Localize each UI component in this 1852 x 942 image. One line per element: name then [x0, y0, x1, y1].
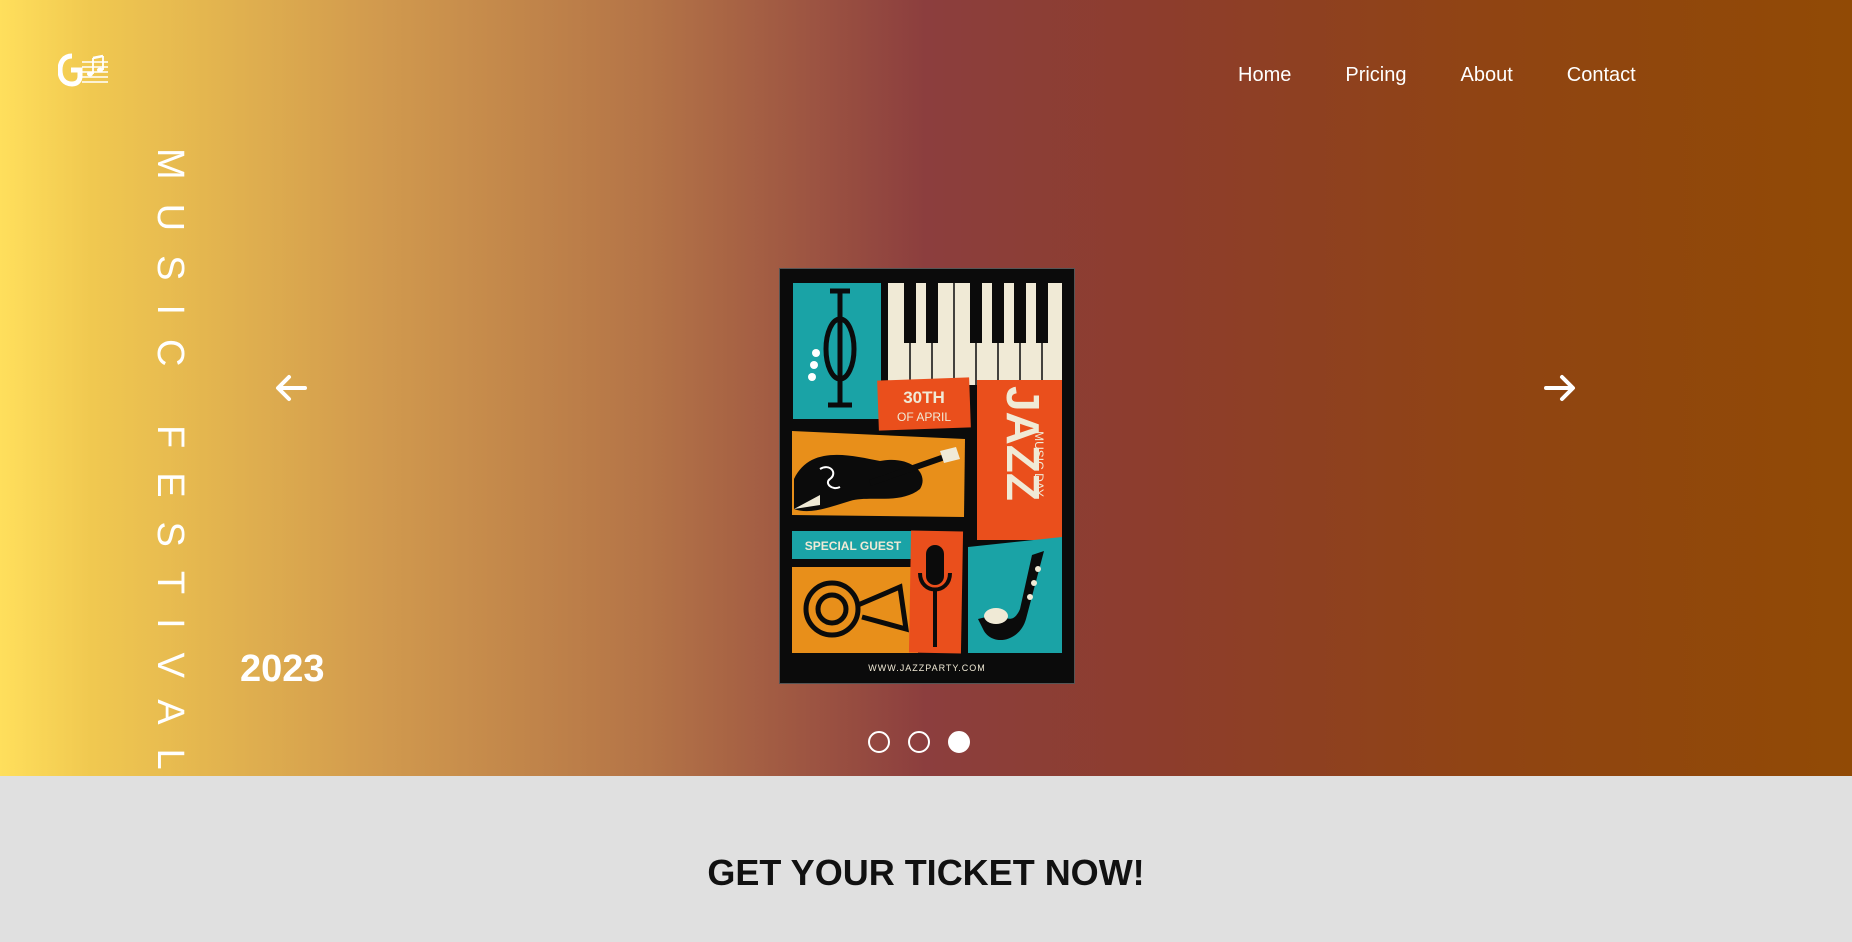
- main-nav: Home Pricing About Contact: [1238, 62, 1690, 88]
- hero-section: Home Pricing About Contact MUSIC FESTIVA…: [0, 0, 1852, 794]
- nav-pricing[interactable]: Pricing: [1345, 62, 1406, 88]
- carousel-dot-2[interactable]: [908, 731, 930, 753]
- jazz-poster[interactable]: 30TH OF APRIL JAZZ MUSIC DAY SPECIAL GUE…: [779, 268, 1075, 684]
- year-label: 2023: [240, 648, 325, 690]
- carousel-dot-1[interactable]: [868, 731, 890, 753]
- prev-arrow-icon[interactable]: [271, 368, 311, 408]
- jazz-poster-art: 30TH OF APRIL JAZZ MUSIC DAY SPECIAL GUE…: [780, 269, 1074, 683]
- logo-icon[interactable]: [58, 52, 110, 88]
- poster-date-line1: 30TH: [903, 388, 945, 407]
- poster-url: WWW.JAZZPARTY.COM: [868, 663, 986, 673]
- next-arrow-icon[interactable]: [1540, 368, 1580, 408]
- poster-date-line2: OF APRIL: [897, 410, 951, 424]
- nav-home[interactable]: Home: [1238, 62, 1291, 88]
- carousel-dots: [868, 731, 970, 753]
- nav-about[interactable]: About: [1461, 62, 1513, 88]
- carousel-dot-3[interactable]: [948, 731, 970, 753]
- nav-contact[interactable]: Contact: [1567, 62, 1636, 88]
- ticket-section: GET YOUR TICKET NOW!: [0, 776, 1852, 942]
- poster-special-guest: SPECIAL GUEST: [805, 539, 902, 553]
- vertical-title: MUSIC FESTIVAL: [149, 148, 191, 794]
- poster-subtitle: MUSIC DAY: [1032, 431, 1046, 497]
- ticket-heading: GET YOUR TICKET NOW!: [707, 852, 1145, 893]
